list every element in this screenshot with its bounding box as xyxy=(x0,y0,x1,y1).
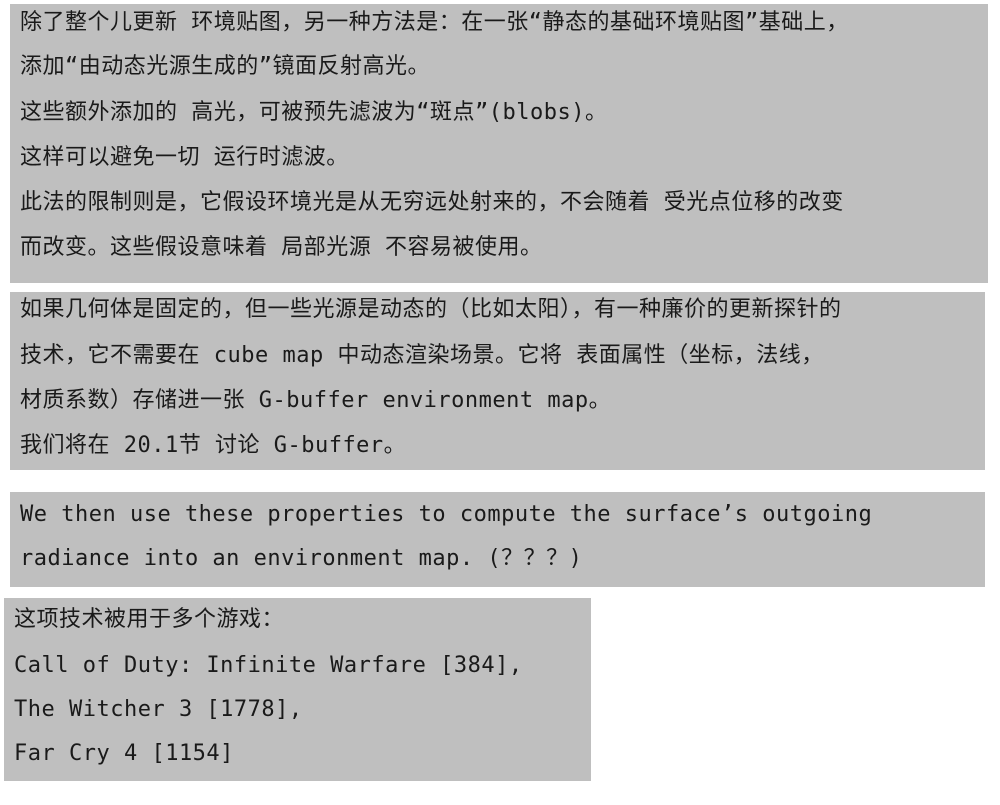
list-item: The Witcher 3 [1778], xyxy=(14,697,303,722)
text-line: 这样可以避免一切 运行时滤波。 xyxy=(20,145,349,170)
text-line: radiance into an environment map. (？？？) xyxy=(20,546,583,571)
note-block-static-env-map: 除了整个儿更新 环境贴图，另一种方法是：在一张“静态的基础环境贴图”基础上， 添… xyxy=(10,4,988,283)
text-line: 这项技术被用于多个游戏： xyxy=(14,607,285,632)
text-line: 材质系数）存储进一张 G-buffer environment map。 xyxy=(20,388,612,413)
text-line: 此法的限制则是，它假设环境光是从无穷远处射来的，不会随着 受光点位移的改变 xyxy=(20,190,844,215)
text-line: 添加“由动态光源生成的”镜面反射高光。 xyxy=(20,54,430,79)
text-line: 而改变。这些假设意味着 局部光源 不容易被使用。 xyxy=(20,235,543,260)
text-line: 如果几何体是固定的，但一些光源是动态的（比如太阳），有一种廉价的更新探针的 xyxy=(20,297,842,322)
note-block-english-quote: We then use these properties to compute … xyxy=(10,492,985,587)
list-item: Far Cry 4 [1154] xyxy=(14,741,234,766)
note-block-g-buffer: 如果几何体是固定的，但一些光源是动态的（比如太阳），有一种廉价的更新探针的 技术… xyxy=(10,292,985,470)
text-line: 技术，它不需要在 cube map 中动态渲染场景。它将 表面属性（坐标，法线， xyxy=(20,343,824,368)
text-line: 这些额外添加的 高光，可被预先滤波为“斑点”(blobs)。 xyxy=(20,100,608,125)
text-line: 除了整个儿更新 环境贴图，另一种方法是：在一张“静态的基础环境贴图”基础上， xyxy=(20,10,849,35)
list-item: Call of Duty: Infinite Warfare [384], xyxy=(14,653,523,678)
text-line: 我们将在 20.1节 讨论 G-buffer。 xyxy=(20,433,407,458)
note-block-games-list: 这项技术被用于多个游戏： Call of Duty: Infinite Warf… xyxy=(4,598,591,781)
text-line: We then use these properties to compute … xyxy=(20,502,873,527)
